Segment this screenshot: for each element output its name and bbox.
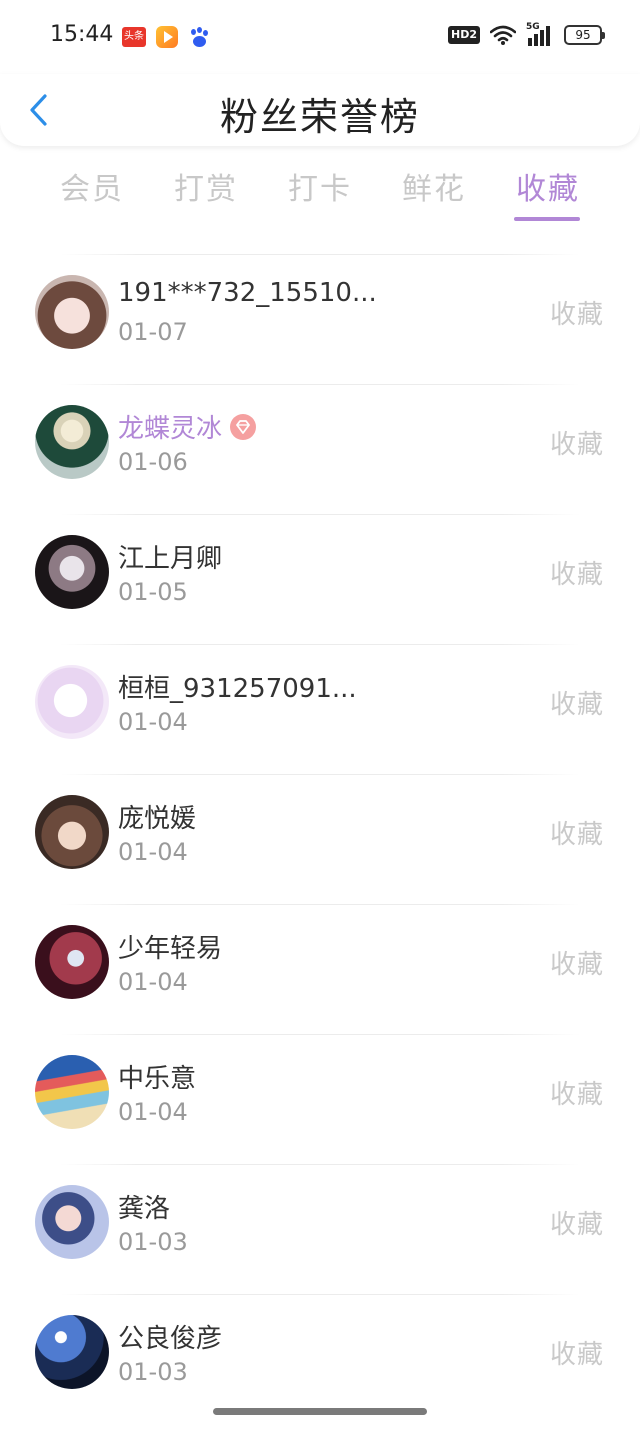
baidu-icon [188, 26, 210, 48]
tab-flowers[interactable]: 鲜花 [384, 164, 484, 208]
divider [60, 1164, 580, 1165]
favorite-action-label: 收藏 [549, 560, 604, 590]
tab-bar: 会员 打赏 打卡 鲜花 收藏 [0, 164, 640, 226]
divider [60, 514, 580, 515]
fan-date: 01-07 [118, 318, 188, 346]
favorite-action-label: 收藏 [549, 950, 604, 980]
page-title: 粉丝荣誉榜 [219, 95, 420, 139]
fan-name: 191***732_15510... [118, 278, 377, 308]
divider [60, 1034, 580, 1035]
avatar [35, 1185, 109, 1259]
fan-date: 01-05 [118, 578, 188, 606]
list-item[interactable]: 龙蝶灵冰 01-06 收藏 [0, 374, 640, 504]
tab-tip[interactable]: 打赏 [156, 164, 256, 208]
video-app-icon [156, 26, 178, 48]
battery-icon: 95 [564, 25, 605, 45]
favorite-action-label: 收藏 [549, 690, 604, 720]
fan-name: 庞悦媛 [118, 804, 197, 834]
fan-name: 龙蝶灵冰 [118, 408, 257, 445]
app-header: 粉丝荣誉榜 [0, 74, 640, 146]
avatar [35, 795, 109, 869]
list-item[interactable]: 庞悦媛 01-04 收藏 [0, 764, 640, 894]
status-indicators: HD2 5G 95 [448, 22, 605, 46]
fan-date: 01-04 [118, 968, 188, 996]
avatar [35, 1315, 109, 1389]
avatar [35, 1055, 109, 1129]
fan-name: 中乐意 [118, 1064, 197, 1094]
favorite-action-label: 收藏 [549, 1080, 604, 1110]
status-bar: 15:44 头条 HD2 5G 95 [0, 0, 640, 74]
network-type-label: 5G [526, 22, 540, 32]
divider [60, 384, 580, 385]
list-item[interactable]: 龚洛 01-03 收藏 [0, 1154, 640, 1284]
avatar [35, 925, 109, 999]
fan-date: 01-06 [118, 448, 188, 476]
fan-name: 公良俊彦 [118, 1324, 223, 1354]
divider [60, 904, 580, 905]
wifi-icon [490, 25, 516, 45]
list-item[interactable]: 中乐意 01-04 收藏 [0, 1024, 640, 1154]
fan-name: 少年轻易 [118, 934, 223, 964]
tab-checkin[interactable]: 打卡 [270, 164, 370, 208]
cell-signal-icon: 5G [526, 22, 554, 46]
fan-date: 01-04 [118, 838, 188, 866]
divider [60, 254, 580, 255]
fan-date: 01-04 [118, 708, 188, 736]
list-item[interactable]: 江上月卿 01-05 收藏 [0, 504, 640, 634]
tab-member[interactable]: 会员 [42, 164, 142, 208]
home-indicator[interactable] [213, 1408, 427, 1415]
fan-date: 01-03 [118, 1358, 188, 1386]
favorite-action-label: 收藏 [549, 430, 604, 460]
list-item[interactable]: 少年轻易 01-04 收藏 [0, 894, 640, 1024]
divider [60, 1294, 580, 1295]
list-item[interactable]: 桓桓_931257091... 01-04 收藏 [0, 634, 640, 764]
divider [60, 774, 580, 775]
divider [60, 644, 580, 645]
hd-icon: HD2 [448, 26, 480, 44]
fan-date: 01-04 [118, 1098, 188, 1126]
tab-favorites-label: 收藏 [516, 172, 580, 207]
active-tab-indicator [514, 217, 580, 221]
favorite-action-label: 收藏 [549, 1210, 604, 1240]
fan-date: 01-03 [118, 1228, 188, 1256]
fan-name: 桓桓_931257091... [118, 674, 357, 704]
status-time: 15:44 [50, 22, 114, 47]
fan-name: 龚洛 [118, 1194, 171, 1224]
toutiao-icon: 头条 [122, 27, 146, 47]
favorite-action-label: 收藏 [549, 820, 604, 850]
diamond-icon [230, 413, 257, 440]
tab-favorites[interactable]: 收藏 [498, 164, 598, 221]
status-app-icons: 头条 [122, 26, 210, 48]
avatar [35, 665, 109, 739]
avatar [35, 535, 109, 609]
fan-name: 江上月卿 [118, 544, 223, 574]
list-item[interactable]: 191***732_15510... 01-07 收藏 [0, 244, 640, 374]
avatar [35, 405, 109, 479]
favorite-action-label: 收藏 [549, 1340, 604, 1370]
list-item[interactable]: 公良俊彦 01-03 收藏 [0, 1284, 640, 1414]
avatar [35, 275, 109, 349]
favorite-action-label: 收藏 [549, 300, 604, 330]
